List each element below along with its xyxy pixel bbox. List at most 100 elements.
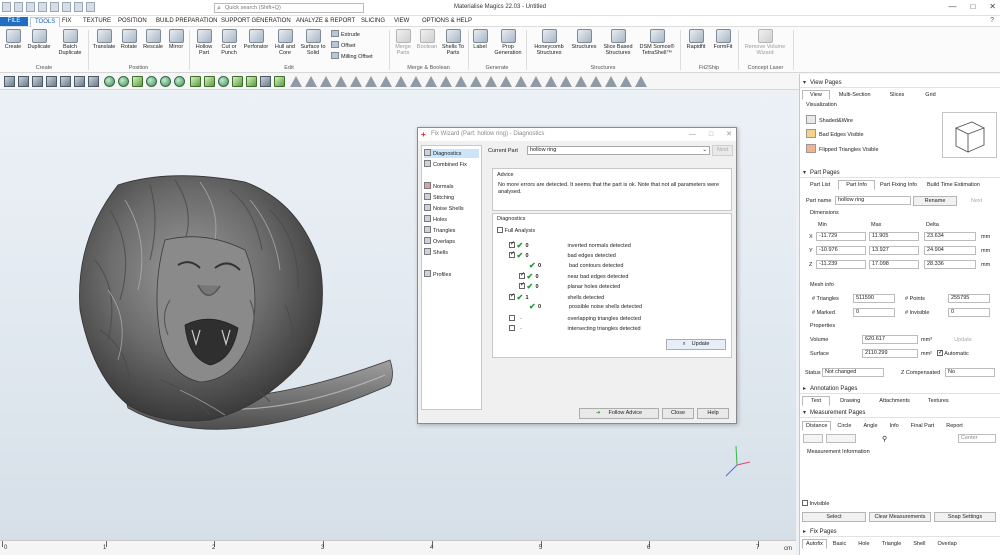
- mark-tri-icon-2[interactable]: [305, 76, 317, 87]
- pan-icon[interactable]: [118, 76, 129, 87]
- hollow-part-button[interactable]: Hollow Part: [192, 29, 216, 56]
- zoom-selected-icon[interactable]: [160, 76, 171, 87]
- tab-text[interactable]: Text: [802, 396, 831, 406]
- tab-circle[interactable]: Circle: [831, 421, 857, 431]
- viz-bad-edges[interactable]: Bad Edges Visible: [806, 129, 864, 138]
- unmark-icon-2[interactable]: [410, 76, 422, 87]
- viz-shaded-wire[interactable]: Shaded&Wire: [806, 115, 853, 124]
- tab-shell[interactable]: Shell: [907, 539, 931, 549]
- shells-to-parts-button[interactable]: Shells To Parts: [440, 29, 466, 56]
- update-button[interactable]: ⌕ Update: [666, 339, 726, 350]
- unmark-icon-14[interactable]: [590, 76, 602, 87]
- unmark-icon-9[interactable]: [515, 76, 527, 87]
- clear-measurements-button[interactable]: Clear Measurements: [869, 512, 931, 522]
- mark-tri-icon-3[interactable]: [320, 76, 332, 87]
- menu-texture[interactable]: TEXTURE: [79, 17, 115, 26]
- dialog-minimize-button[interactable]: —: [689, 128, 696, 141]
- tab-drawing[interactable]: Drawing: [830, 396, 870, 406]
- merge-parts-button[interactable]: Merge Parts: [391, 29, 415, 56]
- view-pages-header[interactable]: View Pages: [800, 78, 1000, 88]
- next-button[interactable]: Next: [712, 145, 733, 156]
- nav-noise-shells[interactable]: Noise Shells: [424, 204, 464, 213]
- nav-stitching[interactable]: Stitching: [424, 193, 454, 202]
- milling-offset-button[interactable]: Milling Offset: [331, 52, 373, 61]
- nav-diagnostics[interactable]: Diagnostics: [424, 149, 479, 158]
- snap-settings-button[interactable]: Snap Settings: [934, 512, 996, 522]
- mark-part-icon[interactable]: [260, 76, 271, 87]
- zoom-icon[interactable]: [104, 76, 115, 87]
- nav-holes[interactable]: Holes: [424, 215, 447, 224]
- unmark-icon-11[interactable]: [545, 76, 557, 87]
- menu-fix[interactable]: FIX: [58, 17, 75, 26]
- mark-tri-icon-1[interactable]: [290, 76, 302, 87]
- menu-file[interactable]: FILE: [0, 17, 28, 26]
- diag-row-planar-holes[interactable]: ✔0planar holes detected: [519, 282, 620, 291]
- nav-normals[interactable]: Normals: [424, 182, 453, 191]
- extrude-button[interactable]: Extrude: [331, 30, 360, 39]
- tab-angle[interactable]: Angle: [857, 421, 883, 431]
- full-analysis-checkbox[interactable]: Full Analysis: [497, 227, 535, 235]
- dialog-title-bar[interactable]: + Fix Wizard (Part: hollow ring) - Diagn…: [418, 128, 736, 141]
- measure-tool-icon[interactable]: ⚲: [882, 435, 887, 443]
- mark-tri-icon-6[interactable]: [365, 76, 377, 87]
- unmark-icon-13[interactable]: [575, 76, 587, 87]
- help-button[interactable]: Help: [697, 408, 729, 419]
- tab-report[interactable]: Report: [940, 421, 969, 431]
- tab-part-info[interactable]: Part Info: [838, 180, 875, 190]
- diag-row-noise-shells[interactable]: ✔ 0 possible noise shells detected: [529, 303, 642, 311]
- view-right-icon[interactable]: [60, 76, 71, 87]
- current-part-select[interactable]: hollow ring ⌄: [527, 146, 710, 155]
- unmark-icon-15[interactable]: [605, 76, 617, 87]
- measure-color-select[interactable]: [803, 434, 823, 443]
- customize-icon[interactable]: [86, 2, 95, 12]
- mirror-button[interactable]: Mirror: [165, 29, 187, 50]
- tab-final-part[interactable]: Final Part: [905, 421, 941, 431]
- boolean-button[interactable]: Boolean: [415, 29, 439, 50]
- measure-mode-select[interactable]: [826, 434, 856, 443]
- unmark-icon-6[interactable]: [470, 76, 482, 87]
- undo-icon[interactable]: [38, 2, 47, 12]
- mark-shell-icon[interactable]: [232, 76, 243, 87]
- tab-triangle[interactable]: Triangle: [876, 539, 908, 549]
- remove-volume-wizard-button[interactable]: Remove Volume Wizard: [741, 29, 789, 56]
- mark-tri-icon-7[interactable]: [380, 76, 392, 87]
- view-bottom-icon[interactable]: [88, 76, 99, 87]
- honeycomb-structures-button[interactable]: Honeycomb Structures: [530, 29, 568, 56]
- dialog-close-icon[interactable]: ✕: [726, 128, 732, 141]
- tab-part-fixing-info[interactable]: Part Fixing Info: [875, 180, 922, 190]
- view-front-icon[interactable]: [18, 76, 29, 87]
- menu-view[interactable]: VIEW: [390, 17, 413, 26]
- tab-hole[interactable]: Hole: [852, 539, 875, 549]
- label-button[interactable]: Label: [470, 29, 490, 50]
- view-left-icon[interactable]: [46, 76, 57, 87]
- mark-contour-icon[interactable]: [246, 76, 257, 87]
- mark-cylinder-icon[interactable]: [274, 76, 285, 87]
- mark-tri-icon-4[interactable]: [335, 76, 347, 87]
- automatic-checkbox[interactable]: Automatic: [937, 349, 969, 357]
- menu-tools[interactable]: TOOLS: [30, 17, 61, 27]
- redo-icon[interactable]: [50, 2, 59, 12]
- view-cube-icon[interactable]: [4, 76, 15, 87]
- nav-combined-fix[interactable]: Combined Fix: [424, 160, 467, 169]
- slice-based-structures-button[interactable]: Slice Based Structures: [601, 29, 635, 56]
- diag-row-near-bad-edges[interactable]: ✔0near bad edges detected: [519, 272, 628, 281]
- invisible-checkbox[interactable]: Invisible: [802, 500, 829, 507]
- open-file-icon[interactable]: [14, 2, 23, 12]
- select-button[interactable]: Select: [802, 512, 866, 522]
- tab-build-time-estimation[interactable]: Build Time Estimation: [922, 180, 985, 190]
- maximize-button[interactable]: □: [970, 2, 975, 11]
- formfit-button[interactable]: FormFit: [710, 29, 736, 50]
- diag-row-inverted-normals[interactable]: ✔0inverted normals detected: [509, 241, 631, 250]
- duplicate-button[interactable]: Duplicate: [25, 29, 53, 50]
- save-icon[interactable]: [26, 2, 35, 12]
- tab-attachments[interactable]: Attachments: [870, 396, 919, 406]
- tab-overlap[interactable]: Overlap: [932, 539, 963, 549]
- diag-row-intersecting[interactable]: - intersecting triangles detected: [509, 325, 641, 333]
- perforator-button[interactable]: Perforator: [242, 29, 270, 50]
- nav-shells[interactable]: Shells: [424, 248, 448, 257]
- viz-flipped-triangles[interactable]: Flipped Triangles Visible: [806, 144, 879, 153]
- offset-button[interactable]: Offset: [331, 41, 356, 50]
- rotate-button[interactable]: Rotate: [118, 29, 140, 50]
- translate-button[interactable]: Translate: [90, 29, 118, 50]
- mark-triangle-icon[interactable]: [190, 76, 201, 87]
